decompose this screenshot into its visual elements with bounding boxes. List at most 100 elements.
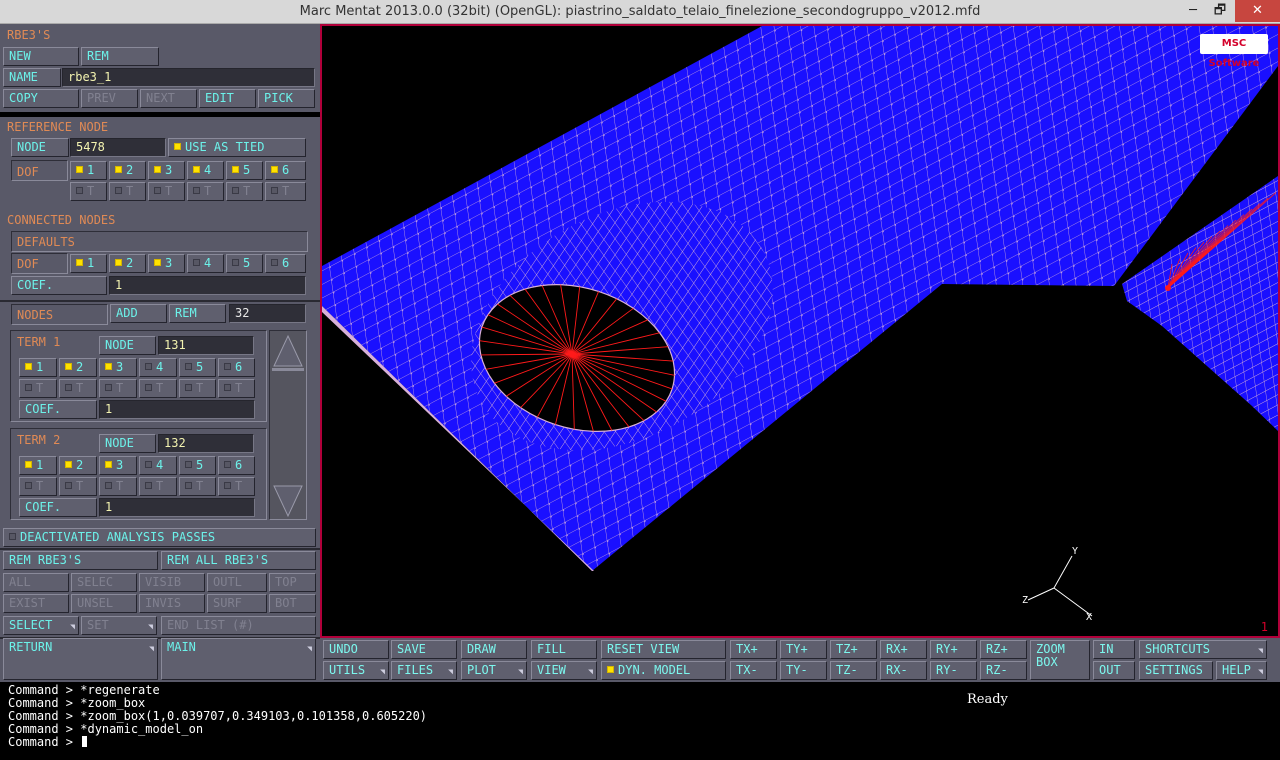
command-console[interactable]: Command > *regenerate Command > *zoom_bo…: [0, 682, 1280, 760]
term-1-t-6[interactable]: T: [218, 379, 255, 398]
end-list-button[interactable]: END LIST (#): [161, 616, 316, 635]
term-1-t-4[interactable]: T: [139, 379, 177, 398]
pick-button[interactable]: PICK: [258, 89, 315, 108]
tx-plus-button[interactable]: TX+: [730, 640, 777, 659]
term-1-t-1[interactable]: T: [19, 379, 57, 398]
ref-t-4[interactable]: T: [187, 182, 224, 201]
term-1-dof-5[interactable]: 5: [179, 358, 216, 377]
default-coef-field[interactable]: 1: [109, 276, 306, 295]
ref-t-6[interactable]: T: [265, 182, 306, 201]
main-button[interactable]: MAIN ◥: [161, 638, 316, 680]
zoom-box-button[interactable]: ZOOM BOX: [1030, 640, 1090, 680]
name-field[interactable]: rbe3_1: [62, 68, 315, 87]
prev-button[interactable]: PREV: [81, 89, 138, 108]
command-input[interactable]: Command >: [8, 736, 88, 749]
minimize-button[interactable]: ─: [1178, 0, 1208, 22]
term-1-node-button[interactable]: NODE: [99, 336, 156, 355]
term-1-dof-1[interactable]: 1: [19, 358, 57, 377]
term-2-dof-4[interactable]: 4: [139, 456, 177, 475]
ref-dof-1[interactable]: 1: [70, 161, 107, 180]
sel-surf-button[interactable]: SURF: [207, 594, 267, 613]
scroll-up-icon[interactable]: [272, 334, 304, 368]
zoom-out-button[interactable]: OUT: [1093, 661, 1135, 680]
default-dof-1[interactable]: 1: [70, 254, 107, 273]
draw-button[interactable]: DRAW: [461, 640, 527, 659]
sel-selec-button[interactable]: SELEC: [71, 573, 137, 592]
select-button[interactable]: SELECT ◥: [3, 616, 79, 635]
rz-plus-button[interactable]: RZ+: [980, 640, 1027, 659]
ref-t-2[interactable]: T: [109, 182, 146, 201]
rx-plus-button[interactable]: RX+: [880, 640, 927, 659]
view-button[interactable]: VIEW ◥: [531, 661, 597, 680]
deactivated-passes-button[interactable]: DEACTIVATED ANALYSIS PASSES: [3, 528, 316, 547]
term-1-node-field[interactable]: 131: [158, 336, 254, 355]
ref-dof-2[interactable]: 2: [109, 161, 146, 180]
shortcuts-button[interactable]: SHORTCUTS ◥: [1139, 640, 1267, 659]
sel-invis-button[interactable]: INVIS: [139, 594, 205, 613]
scroll-down-icon[interactable]: [272, 484, 304, 518]
sel-bot-button[interactable]: BOT: [269, 594, 316, 613]
term-1-dof-2[interactable]: 2: [59, 358, 97, 377]
term-2-node-button[interactable]: NODE: [99, 434, 156, 453]
term-2-t-5[interactable]: T: [179, 477, 216, 496]
term-2-dof-6[interactable]: 6: [218, 456, 255, 475]
default-coef-button[interactable]: COEF.: [11, 276, 107, 295]
rz-minus-button[interactable]: RZ-: [980, 661, 1027, 680]
utils-button[interactable]: UTILS ◥: [323, 661, 389, 680]
rem-nodes-button[interactable]: REM: [169, 304, 226, 323]
term-1-dof-6[interactable]: 6: [218, 358, 255, 377]
help-button[interactable]: HELP ◥: [1216, 661, 1267, 680]
return-button[interactable]: RETURN ◥: [3, 638, 158, 680]
reset-view-button[interactable]: RESET VIEW: [601, 640, 726, 659]
tx-minus-button[interactable]: TX-: [730, 661, 777, 680]
dyn-model-toggle[interactable]: DYN. MODEL: [601, 661, 726, 680]
plot-button[interactable]: PLOT ◥: [461, 661, 527, 680]
term-1-coef-field[interactable]: 1: [99, 400, 255, 419]
ty-plus-button[interactable]: TY+: [780, 640, 827, 659]
ry-plus-button[interactable]: RY+: [930, 640, 977, 659]
default-dof-4[interactable]: 4: [187, 254, 224, 273]
term-1-dof-4[interactable]: 4: [139, 358, 177, 377]
next-button[interactable]: NEXT: [140, 89, 197, 108]
use-as-tied-toggle[interactable]: USE AS TIED: [168, 138, 306, 157]
close-button[interactable]: ✕: [1235, 0, 1280, 22]
files-button[interactable]: FILES ◥: [391, 661, 457, 680]
tz-minus-button[interactable]: TZ-: [830, 661, 877, 680]
ref-t-3[interactable]: T: [148, 182, 185, 201]
term-1-t-5[interactable]: T: [179, 379, 216, 398]
set-button[interactable]: SET ◥: [81, 616, 157, 635]
rem-rbe3-button[interactable]: REM RBE3'S: [3, 551, 158, 570]
graphics-viewport[interactable]: Y X Z MSC Software 1: [320, 24, 1280, 638]
term-2-t-4[interactable]: T: [139, 477, 177, 496]
term-1-coef-button[interactable]: COEF.: [19, 400, 97, 419]
ref-dof-5[interactable]: 5: [226, 161, 263, 180]
ry-minus-button[interactable]: RY-: [930, 661, 977, 680]
sel-unsel-button[interactable]: UNSEL: [71, 594, 137, 613]
term-2-node-field[interactable]: 132: [158, 434, 254, 453]
term-2-dof-3[interactable]: 3: [99, 456, 137, 475]
add-nodes-button[interactable]: ADD: [110, 304, 167, 323]
term-1-dof-3[interactable]: 3: [99, 358, 137, 377]
sel-outl-button[interactable]: OUTL: [207, 573, 267, 592]
ref-dof-3[interactable]: 3: [148, 161, 185, 180]
edit-button[interactable]: EDIT: [199, 89, 256, 108]
term-2-t-1[interactable]: T: [19, 477, 57, 496]
term-2-dof-5[interactable]: 5: [179, 456, 216, 475]
default-dof-5[interactable]: 5: [226, 254, 263, 273]
zoom-in-button[interactable]: IN: [1093, 640, 1135, 659]
maximize-button[interactable]: 🗗: [1205, 0, 1235, 22]
sel-all-button[interactable]: ALL: [3, 573, 69, 592]
ref-t-1[interactable]: T: [70, 182, 107, 201]
term-1-t-3[interactable]: T: [99, 379, 137, 398]
save-button[interactable]: SAVE: [391, 640, 457, 659]
copy-button[interactable]: COPY: [3, 89, 79, 108]
default-dof-2[interactable]: 2: [109, 254, 146, 273]
ref-dof-6[interactable]: 6: [265, 161, 306, 180]
rem-button[interactable]: REM: [81, 47, 159, 66]
term-2-dof-2[interactable]: 2: [59, 456, 97, 475]
rem-all-rbe3-button[interactable]: REM ALL RBE3'S: [161, 551, 316, 570]
term-2-dof-1[interactable]: 1: [19, 456, 57, 475]
term-2-t-6[interactable]: T: [218, 477, 255, 496]
term-2-t-3[interactable]: T: [99, 477, 137, 496]
term-1-t-2[interactable]: T: [59, 379, 97, 398]
